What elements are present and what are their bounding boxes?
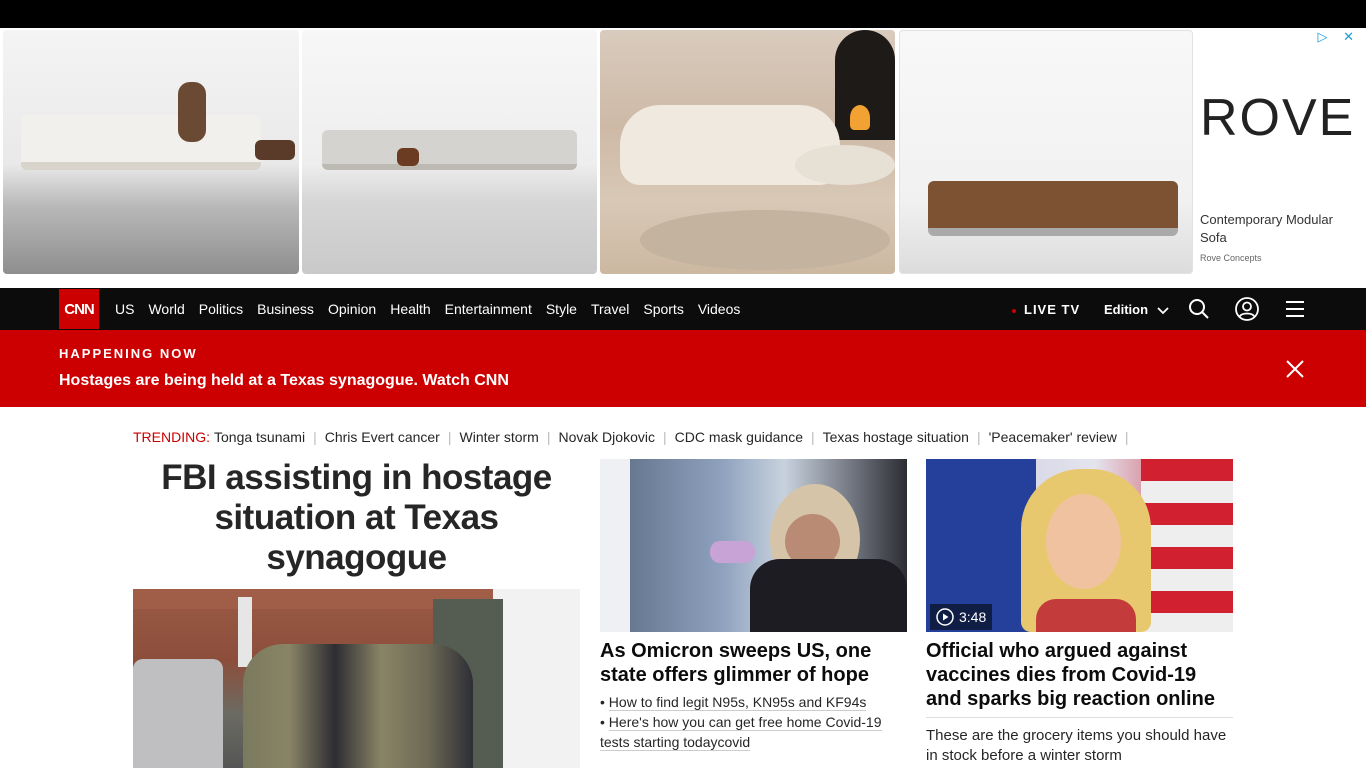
ad-controls-icon[interactable]: ▷ ✕ [1317, 29, 1360, 45]
card-image-video[interactable]: 3:48 [926, 459, 1233, 632]
nav-link-opinion[interactable]: Opinion [328, 301, 376, 317]
ad-image-sofa-4[interactable] [899, 30, 1193, 274]
live-dot-icon [1012, 308, 1016, 313]
video-duration: 3:48 [959, 609, 987, 625]
separator: | [811, 429, 815, 445]
nav-link-health[interactable]: Health [390, 301, 430, 317]
nav-link-politics[interactable]: Politics [199, 301, 243, 317]
search-icon[interactable] [1187, 297, 1211, 321]
happening-now-label: HAPPENING NOW [59, 346, 198, 361]
nav-link-us[interactable]: US [115, 301, 134, 317]
ad-image-sofa-3[interactable] [600, 30, 895, 274]
trending-item[interactable]: Chris Evert cancer [325, 429, 440, 445]
lead-image[interactable] [133, 589, 580, 768]
ad-brand-logo[interactable]: ROVE [1200, 88, 1355, 148]
separator: | [1124, 429, 1129, 445]
trending-item[interactable]: Tonga tsunami [214, 429, 305, 445]
separator: | [546, 429, 551, 445]
ad-advertiser[interactable]: Rove Concepts [1200, 253, 1262, 263]
separator: | [447, 429, 452, 445]
lead-headline[interactable]: FBI assisting in hostage situation at Te… [133, 458, 580, 578]
related-link[interactable]: • Here's how you can get free home Covid… [600, 712, 900, 752]
card-headline[interactable]: As Omicron sweeps US, one state offers g… [600, 639, 907, 687]
nav-link-business[interactable]: Business [257, 301, 314, 317]
advertisement[interactable]: ▷ ✕ ROVE Contemporary Modular Sofa Rove … [0, 28, 1366, 278]
edition-label: Edition [1104, 302, 1149, 317]
ad-title[interactable]: Contemporary Modular Sofa [1200, 211, 1360, 247]
ad-image-sofa-1[interactable] [3, 30, 299, 274]
related-link[interactable]: • How to find legit N95s, KN95s and KF94… [600, 692, 900, 712]
nav-link-style[interactable]: Style [546, 301, 577, 317]
nav-links: US World Politics Business Opinion Healt… [115, 288, 754, 330]
nav-link-travel[interactable]: Travel [591, 301, 629, 317]
trending-item[interactable]: Winter storm [460, 429, 539, 445]
trending-item[interactable]: 'Peacemaker' review [989, 429, 1117, 445]
nav-link-entertainment[interactable]: Entertainment [445, 301, 532, 317]
chevron-down-icon [1157, 306, 1169, 314]
separator: | [313, 429, 317, 445]
nav-link-videos[interactable]: Videos [698, 301, 741, 317]
card-image-omicron[interactable] [600, 459, 907, 632]
account-icon[interactable] [1235, 297, 1259, 321]
nav-link-world[interactable]: World [148, 301, 184, 317]
divider [926, 717, 1233, 718]
menu-icon[interactable] [1283, 297, 1307, 321]
trending-item[interactable]: Novak Djokovic [558, 429, 654, 445]
live-tv-label: LIVE TV [1024, 302, 1081, 317]
live-tv-link[interactable]: LIVE TV [1012, 302, 1080, 317]
sub-headline[interactable]: These are the grocery items you should h… [926, 726, 1233, 766]
nav-link-sports[interactable]: Sports [643, 301, 683, 317]
video-duration-badge[interactable]: 3:48 [930, 604, 993, 630]
close-icon[interactable] [1284, 358, 1306, 380]
trending-label: TRENDING: [133, 429, 210, 445]
separator: | [662, 429, 667, 445]
play-icon [936, 608, 954, 626]
breaking-news-link[interactable]: Hostages are being held at a Texas synag… [59, 372, 509, 390]
cnn-logo[interactable]: CNN [59, 289, 99, 329]
related-links: • How to find legit N95s, KN95s and KF94… [600, 692, 900, 752]
main-nav: CNN US World Politics Business Opinion H… [0, 288, 1366, 330]
trending-bar: TRENDING: Tonga tsunami | Chris Evert can… [133, 429, 1137, 445]
card-headline[interactable]: Official who argued against vaccines die… [926, 639, 1233, 711]
ad-image-sofa-2[interactable] [302, 30, 597, 274]
top-band [0, 0, 1366, 28]
edition-dropdown[interactable]: Edition [1104, 302, 1169, 317]
separator: | [976, 429, 981, 445]
breaking-news-banner[interactable]: HAPPENING NOW Hostages are being held at… [0, 330, 1366, 407]
trending-item[interactable]: Texas hostage situation [823, 429, 969, 445]
trending-item[interactable]: CDC mask guidance [675, 429, 803, 445]
